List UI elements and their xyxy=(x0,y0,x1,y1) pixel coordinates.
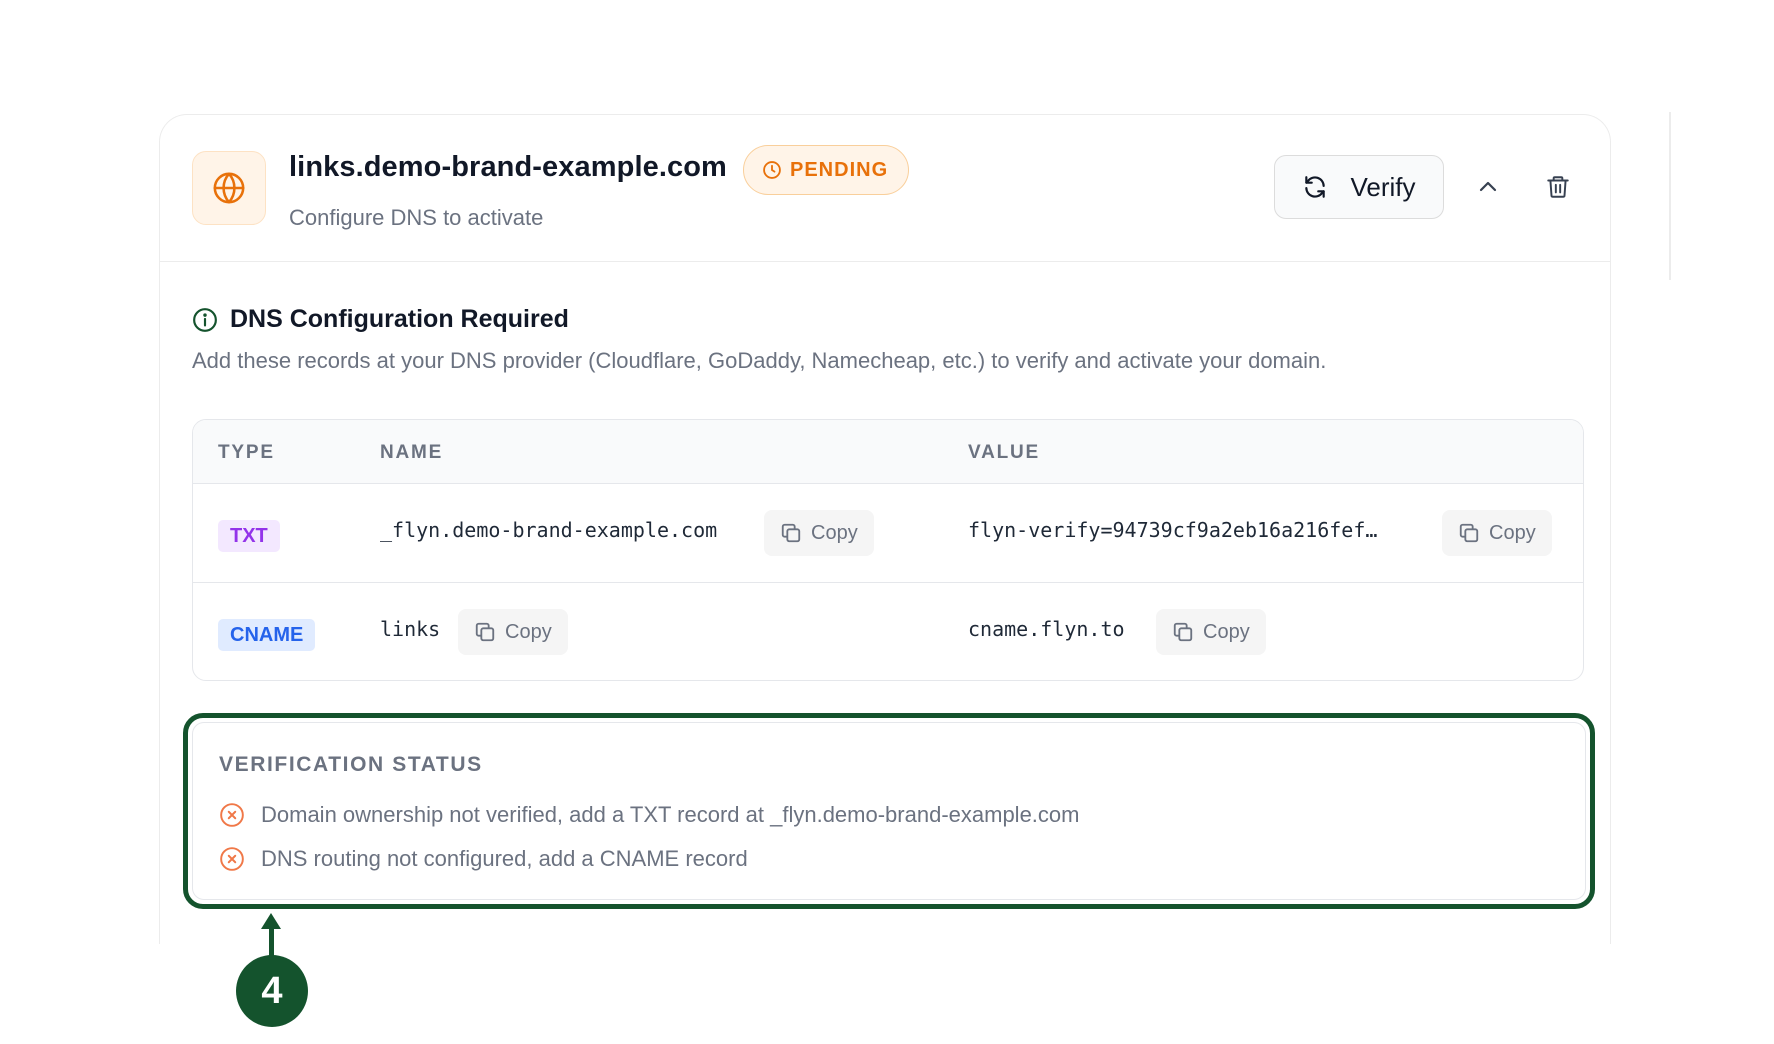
trash-icon xyxy=(1547,176,1569,198)
copy-icon xyxy=(781,523,801,543)
globe-icon xyxy=(213,172,245,204)
copy-label: Copy xyxy=(811,521,858,544)
collapse-button[interactable] xyxy=(1470,169,1506,205)
copy-label: Copy xyxy=(505,620,552,643)
copy-icon xyxy=(475,622,495,642)
dns-records-table: TYPE NAME VALUE TXT _flyn.demo-brand-exa… xyxy=(192,419,1584,681)
table-row: TXT _flyn.demo-brand-example.com Copy fl… xyxy=(193,484,1583,583)
table-header: TYPE NAME VALUE xyxy=(193,420,1583,484)
annotation-step-marker: 4 xyxy=(236,955,308,1027)
chevron-up-icon xyxy=(1479,181,1497,192)
table-row: CNAME links Copy cname.flyn.to Copy xyxy=(193,583,1583,680)
column-header-type: TYPE xyxy=(218,442,275,463)
copy-icon xyxy=(1173,622,1193,642)
record-value: flyn-verify=94739cf9a2eb16a216fef… xyxy=(968,518,1378,542)
copy-name-button[interactable]: Copy xyxy=(764,510,874,556)
verification-status-panel: VERIFICATION STATUS Domain ownership not… xyxy=(192,722,1586,900)
verification-status-item: Domain ownership not verified, add a TXT… xyxy=(219,802,1079,828)
column-header-name: NAME xyxy=(380,442,444,463)
verify-button-label: Verify xyxy=(1350,171,1416,202)
record-name: _flyn.demo-brand-example.com xyxy=(380,518,718,542)
clock-icon xyxy=(763,161,781,179)
annotation-arrow-line xyxy=(269,926,274,956)
copy-value-button[interactable]: Copy xyxy=(1156,609,1266,655)
column-header-value: VALUE xyxy=(968,442,1040,463)
scrollbar-track xyxy=(1669,112,1671,280)
verification-status-item: DNS routing not configured, add a CNAME … xyxy=(219,846,748,872)
copy-value-button[interactable]: Copy xyxy=(1442,510,1552,556)
x-circle-icon xyxy=(220,847,244,871)
copy-name-button[interactable]: Copy xyxy=(458,609,568,655)
record-name: links xyxy=(380,617,441,641)
copy-icon xyxy=(1459,523,1479,543)
verify-button[interactable]: Verify xyxy=(1274,155,1444,219)
copy-label: Copy xyxy=(1203,620,1250,643)
dns-config-heading-text: DNS Configuration Required xyxy=(230,305,569,333)
info-icon xyxy=(193,307,217,332)
verification-status-text: DNS routing not configured, add a CNAME … xyxy=(261,846,748,871)
domain-icon-container xyxy=(192,151,266,225)
x-circle-icon xyxy=(220,803,244,827)
status-badge-label: PENDING xyxy=(790,158,889,181)
domain-subtitle: Configure DNS to activate xyxy=(289,205,544,230)
record-value: cname.flyn.to xyxy=(968,617,1125,641)
refresh-icon xyxy=(1305,176,1326,198)
copy-label: Copy xyxy=(1489,521,1536,544)
dns-config-description: Add these records at your DNS provider (… xyxy=(192,348,1327,373)
verification-status-title: VERIFICATION STATUS xyxy=(219,753,483,776)
delete-domain-button[interactable] xyxy=(1540,168,1576,206)
record-type-badge: TXT xyxy=(218,520,280,552)
verification-status-text: Domain ownership not verified, add a TXT… xyxy=(261,802,1080,827)
dns-config-heading: DNS Configuration Required xyxy=(192,305,569,334)
domain-card-header: links.demo-brand-example.com PENDING Con… xyxy=(160,115,1610,262)
status-badge: PENDING xyxy=(743,145,910,195)
record-type-badge: CNAME xyxy=(218,619,316,651)
domain-name: links.demo-brand-example.com xyxy=(289,151,727,183)
